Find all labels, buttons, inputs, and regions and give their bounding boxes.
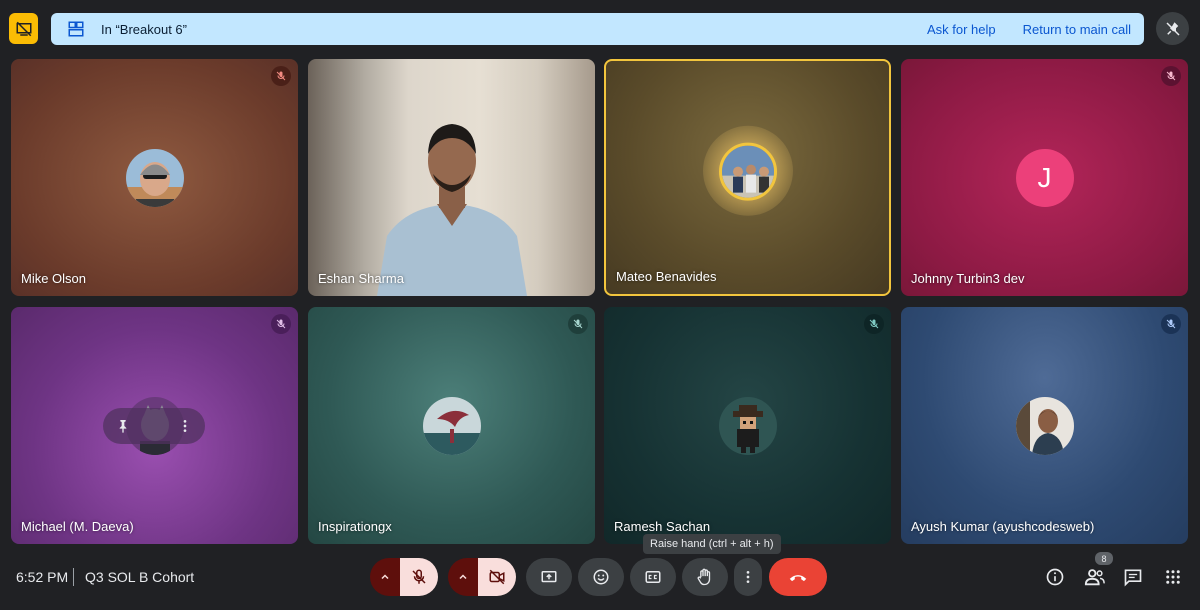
divider (73, 568, 74, 586)
call-end-icon (789, 575, 807, 582)
participant-tile[interactable]: Inspirationgx (308, 307, 595, 544)
camera-toggle-button[interactable] (478, 558, 516, 596)
avatar (718, 396, 777, 455)
chat-button[interactable] (1120, 564, 1146, 590)
meeting-details-button[interactable] (1042, 564, 1068, 590)
participant-name: Mike Olson (21, 271, 87, 286)
current-time: 6:52 PM (16, 569, 69, 585)
closed-captions-icon (645, 571, 661, 583)
participant-tile[interactable]: Ramesh Sachan (604, 307, 891, 544)
breakout-banner: In “Breakout 6” Ask for help Return to m… (51, 13, 1144, 45)
presentation-off-button[interactable] (9, 13, 38, 44)
reactions-button[interactable] (578, 558, 624, 596)
people-icon (1084, 569, 1105, 586)
participant-tile[interactable]: J Johnny Turbin3 dev (901, 59, 1188, 296)
pin-off-icon (1165, 21, 1180, 36)
return-to-main-call-link[interactable]: Return to main call (1023, 22, 1131, 37)
avatar (718, 142, 777, 201)
participant-name: Eshan Sharma (318, 271, 404, 286)
participant-tile[interactable]: Eshan Sharma (308, 59, 595, 296)
audio-options-button[interactable] (370, 558, 400, 596)
hand-icon (697, 568, 711, 586)
mic-off-icon (1161, 314, 1181, 334)
presentation-off-icon (16, 21, 31, 36)
meeting-name: Q3 SOL B Cohort (85, 569, 195, 585)
avatar (125, 148, 184, 207)
leave-call-button[interactable] (769, 558, 827, 596)
participant-tile[interactable]: Ayush Kumar (ayushcodesweb) (901, 307, 1188, 544)
unpin-button[interactable] (1156, 12, 1189, 45)
participant-name: Ramesh Sachan (614, 519, 711, 534)
participant-name: Mateo Benavides (616, 269, 717, 284)
people-count-badge: 8 (1095, 552, 1113, 565)
mic-off-icon (864, 314, 884, 334)
letter-avatar: J (1015, 148, 1074, 207)
emoji-icon (593, 569, 609, 585)
more-options-icon[interactable] (177, 418, 193, 434)
more-options-button[interactable] (734, 558, 762, 596)
raise-hand-tooltip: Raise hand (ctrl + alt + h) (643, 534, 781, 554)
present-to-all-icon (541, 571, 557, 583)
raise-hand-button[interactable] (682, 558, 728, 596)
participant-name: Michael (M. Daeva) (21, 519, 134, 534)
mic-off-icon (1161, 66, 1181, 86)
breakout-title: In “Breakout 6” (101, 21, 187, 37)
mic-off-icon (412, 569, 426, 584)
mic-off-icon (271, 314, 291, 334)
chat-icon (1124, 569, 1142, 587)
apps-grid-icon (1166, 570, 1180, 584)
breakout-rooms-icon (67, 20, 85, 38)
video-options-button[interactable] (448, 558, 478, 596)
pin-icon[interactable] (115, 418, 131, 434)
people-button[interactable] (1082, 564, 1108, 590)
microphone-toggle-button[interactable] (400, 558, 438, 596)
present-screen-button[interactable] (526, 558, 572, 596)
participant-tile[interactable]: Michael (M. Daeva) (11, 307, 298, 544)
chevron-up-icon (381, 574, 389, 580)
chevron-up-icon (459, 574, 467, 580)
mic-off-icon (568, 314, 588, 334)
avatar (1015, 396, 1074, 455)
more-vert-icon (746, 571, 750, 583)
videocam-off-icon (489, 569, 505, 585)
mic-off-icon (271, 66, 291, 86)
tile-hover-controls (103, 408, 205, 444)
captions-button[interactable] (630, 558, 676, 596)
participant-tile-active-speaker[interactable]: Mateo Benavides (604, 59, 891, 296)
info-icon (1046, 568, 1064, 586)
avatar (422, 396, 481, 455)
ask-for-help-link[interactable]: Ask for help (927, 22, 996, 37)
participant-name: Johnny Turbin3 dev (911, 271, 1025, 286)
activities-button[interactable] (1160, 564, 1186, 590)
participant-tile[interactable]: Mike Olson (11, 59, 298, 296)
participant-name: Inspirationgx (318, 519, 392, 534)
participant-video (376, 124, 527, 296)
participant-name: Ayush Kumar (ayushcodesweb) (911, 519, 1095, 534)
